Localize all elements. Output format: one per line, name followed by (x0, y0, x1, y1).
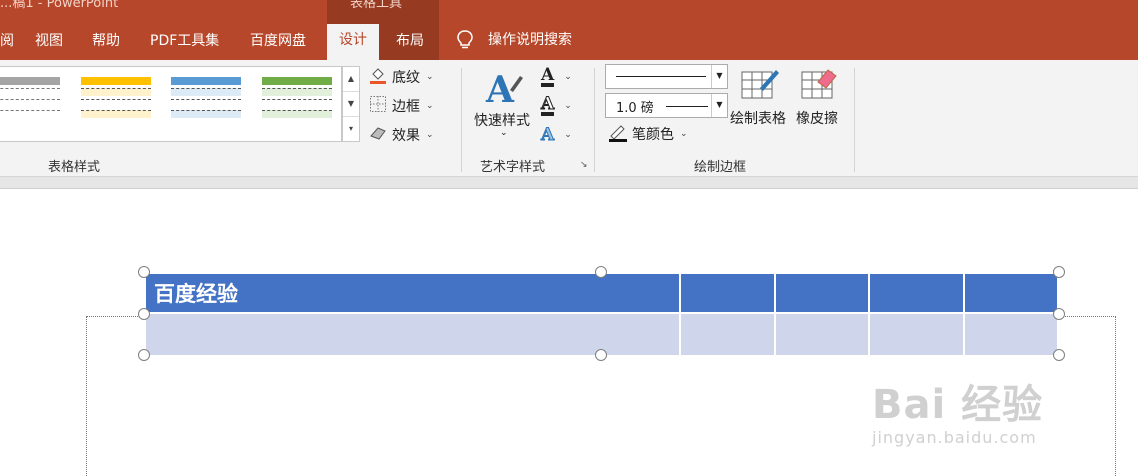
tab-review[interactable]: 阅 (0, 30, 14, 52)
table-cell[interactable]: 百度经验 (143, 272, 682, 314)
table-style-gray[interactable] (0, 77, 60, 131)
text-fill-button[interactable]: A ⌄ (541, 66, 572, 88)
table-cell[interactable] (679, 272, 776, 314)
table-cell[interactable] (679, 312, 776, 357)
draw-table-icon (741, 70, 779, 99)
resize-handle[interactable] (1053, 266, 1065, 278)
chevron-down-icon[interactable]: ▼ (711, 94, 727, 117)
text-outline-button[interactable]: A ⌄ (540, 94, 572, 117)
table-cell[interactable] (773, 312, 871, 357)
pen-icon (608, 122, 628, 146)
watermark-url: jingyan.baidu.com (872, 428, 1037, 447)
table-style-green[interactable] (262, 77, 332, 131)
draw-table-button[interactable]: 绘制表格 (730, 66, 792, 136)
tab-layout[interactable]: 布局 (396, 30, 424, 52)
table-style-blue[interactable] (171, 77, 241, 131)
paint-bucket-icon (368, 65, 388, 89)
tab-view[interactable]: 视图 (35, 30, 63, 52)
pen-weight-select[interactable]: 1.0 磅 ▼ (605, 93, 728, 118)
gallery-up-icon[interactable]: ▲ (343, 67, 359, 92)
slide-table[interactable]: 百度经验 (143, 272, 1060, 357)
tab-baidu-netdisk[interactable]: 百度网盘 (250, 30, 306, 52)
tell-me-label: 操作说明搜索 (488, 32, 572, 48)
gallery-more-icon[interactable]: ▾ (343, 117, 359, 142)
text-effects-icon: A (540, 125, 555, 145)
window-title: ...稿1 - PowerPoint (0, 0, 119, 11)
effects-icon (368, 124, 388, 146)
tab-design[interactable]: 设计 (327, 24, 379, 60)
table-header-row: 百度经验 (143, 272, 1060, 314)
quick-styles-button[interactable]: A 快速样式 ⌄ (472, 66, 536, 146)
table-style-gold[interactable] (81, 77, 151, 131)
shading-button[interactable]: 底纹 ⌄ (368, 66, 434, 88)
resize-handle[interactable] (595, 349, 607, 361)
tell-me-search[interactable]: 操作说明搜索 (456, 28, 572, 52)
table-styles-group-label: 表格样式 (48, 160, 101, 175)
pen-style-select[interactable]: ▼ (605, 64, 728, 89)
pen-color-button[interactable]: 笔颜色 ⌄ (608, 123, 688, 145)
resize-handle[interactable] (1053, 308, 1065, 320)
border-icon (368, 95, 388, 117)
tab-pdf-tools[interactable]: PDF工具集 (150, 30, 219, 52)
effects-button[interactable]: 效果 ⌄ (368, 124, 434, 146)
ribbon-bottom-bar (0, 177, 1138, 189)
text-fill-icon: A (541, 65, 555, 87)
title-bar: ...稿1 - PowerPoint 表格工具 阅 视图 帮助 PDF工具集 百… (0, 0, 1138, 60)
table-cell[interactable] (868, 272, 965, 314)
table-styles-gallery[interactable] (0, 66, 342, 142)
gallery-down-icon[interactable]: ▼ (343, 92, 359, 117)
tab-help[interactable]: 帮助 (92, 30, 120, 52)
resize-handle[interactable] (138, 308, 150, 320)
table-cell[interactable] (868, 312, 965, 357)
eraser-icon (801, 69, 837, 99)
eraser-button[interactable]: 橡皮擦 (796, 66, 846, 136)
resize-handle[interactable] (138, 266, 150, 278)
wordart-quick-styles-icon: A (485, 69, 523, 108)
resize-handle[interactable] (1053, 349, 1065, 361)
baidu-watermark: Bai 经验 jingyan.baidu.com (872, 372, 1043, 447)
wordart-group-label: 艺术字样式 (480, 160, 546, 175)
chevron-down-icon[interactable]: ▼ (711, 65, 727, 88)
gallery-scroll[interactable]: ▲ ▼ ▾ (342, 66, 360, 142)
table-cell[interactable] (773, 272, 871, 314)
wordart-dialog-launcher-icon[interactable]: ↘ (580, 160, 588, 170)
resize-handle[interactable] (595, 266, 607, 278)
resize-handle[interactable] (138, 349, 150, 361)
svg-text:A: A (485, 69, 515, 108)
contextual-tab-label: 表格工具 (350, 0, 403, 11)
text-effects-button[interactable]: A ⌄ (540, 124, 571, 146)
ribbon: ▲ ▼ ▾ 底纹 ⌄ 边框 ⌄ 效果 ⌄ 表格样式 A 快速样式 ⌄ A ⌄ A ⌄ (0, 60, 1138, 177)
table[interactable]: 百度经验 (143, 272, 1060, 357)
table-cell[interactable] (962, 312, 1060, 357)
text-outline-icon: A (540, 94, 555, 116)
lightbulb-icon (457, 30, 473, 49)
draw-borders-group-label: 绘制边框 (694, 160, 747, 175)
borders-button[interactable]: 边框 ⌄ (368, 95, 434, 117)
watermark-logo: Bai 经验 (872, 382, 1044, 428)
table-cell[interactable] (962, 272, 1060, 314)
